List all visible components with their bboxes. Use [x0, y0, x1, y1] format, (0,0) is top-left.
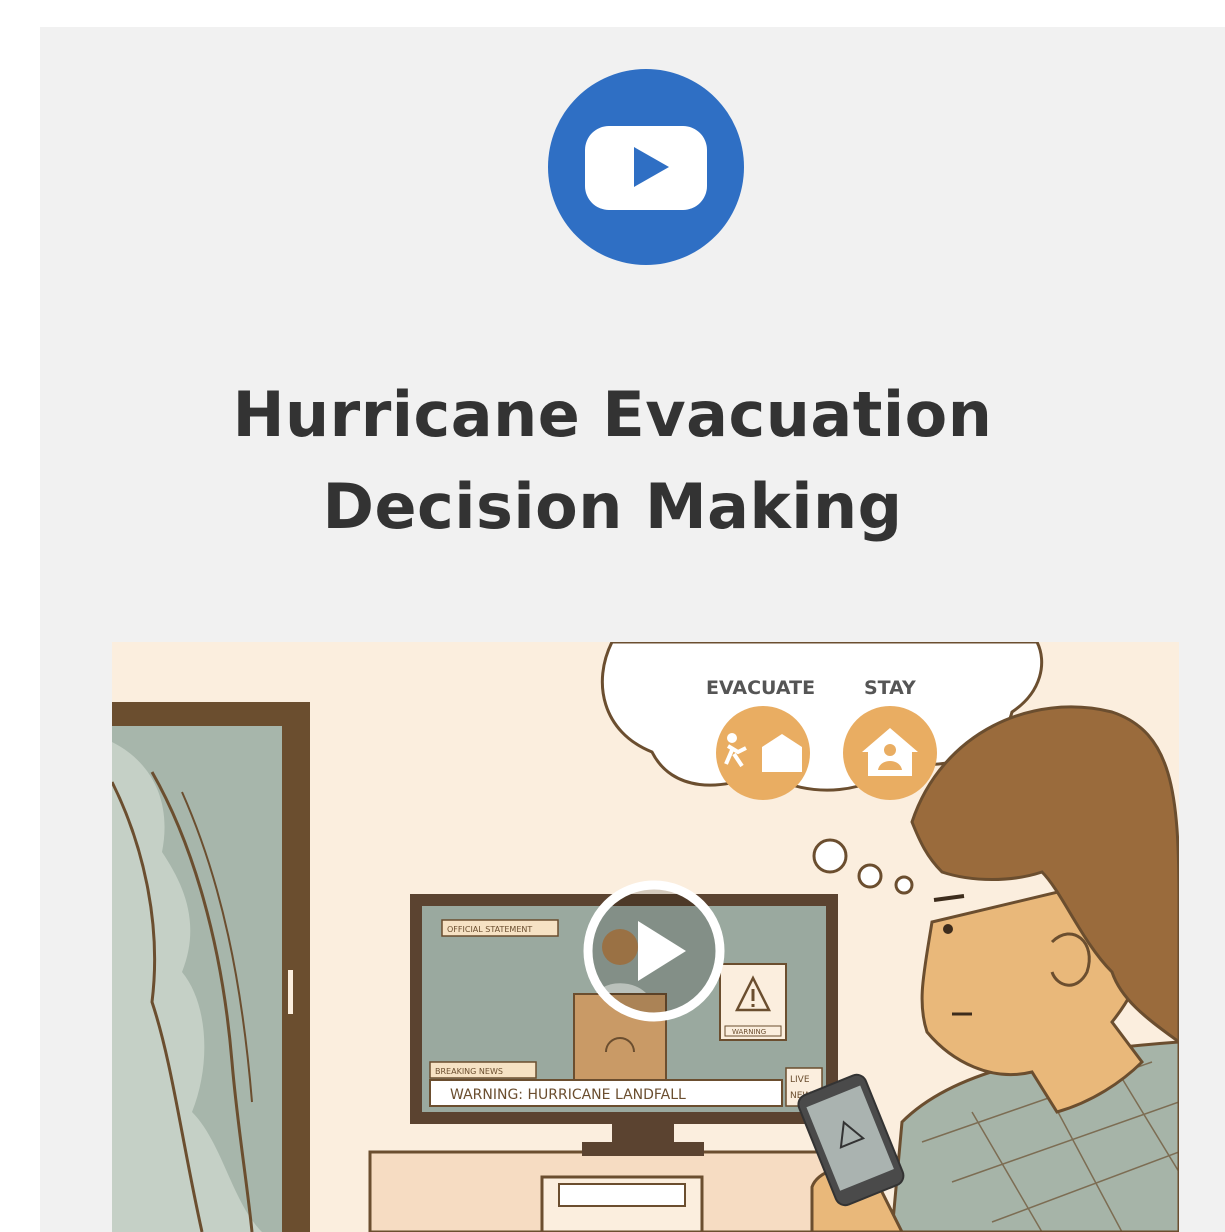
play-circle-icon[interactable] [580, 877, 728, 1025]
title-line-2: Decision Making [322, 470, 903, 543]
stay-label: STAY [864, 677, 916, 699]
youtube-badge [548, 69, 744, 265]
ticker-text: WARNING: HURRICANE LANDFALL [450, 1087, 686, 1103]
evacuate-label: EVACUATE [706, 677, 815, 699]
official-statement-label: OFFICIAL STATEMENT [447, 925, 532, 934]
title-line-1: Hurricane Evacuation [232, 378, 993, 451]
live-label: LIVE [790, 1075, 810, 1085]
storm-window [112, 702, 310, 1232]
video-thumbnail[interactable]: OFFICIAL STATEMENT WARNING BREAKING NEWS… [112, 642, 1179, 1232]
person [890, 705, 1179, 1232]
youtube-play-icon [585, 126, 707, 210]
video-card: Hurricane Evacuation Decision Making OFF… [40, 27, 1225, 1232]
warning-box-label: WARNING [732, 1028, 766, 1036]
breaking-news-label: BREAKING NEWS [435, 1067, 503, 1076]
tv-cabinet [368, 1150, 842, 1232]
video-title: Hurricane Evacuation Decision Making [40, 369, 1225, 553]
